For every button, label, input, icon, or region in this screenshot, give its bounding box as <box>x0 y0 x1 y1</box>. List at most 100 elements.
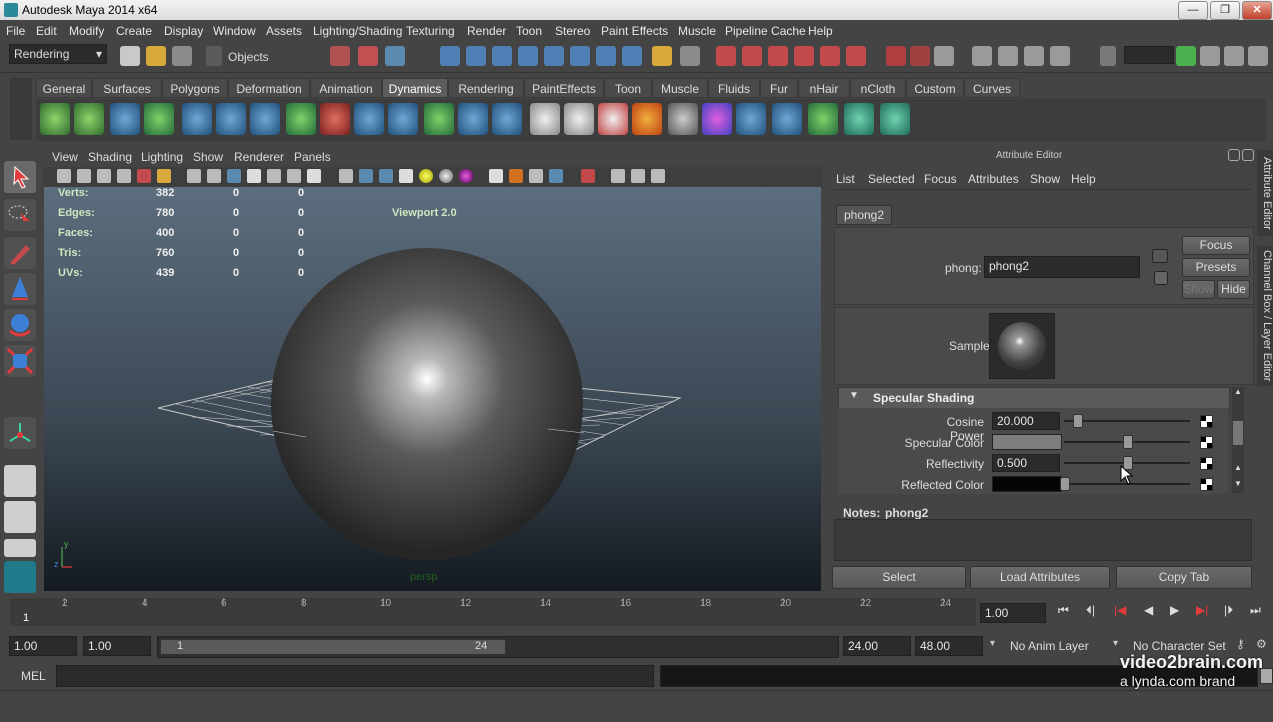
manipulator-tool-icon[interactable] <box>4 417 36 449</box>
attr-reflectivity-map-icon[interactable] <box>1200 457 1213 470</box>
surface-flow-icon[interactable] <box>844 103 874 135</box>
light-icon[interactable] <box>419 169 433 183</box>
vp-menu-renderer[interactable]: Renderer <box>234 150 284 164</box>
dynamics-mask-icon[interactable] <box>570 46 590 66</box>
vp-menu-lighting[interactable]: Lighting <box>141 150 183 164</box>
ambient-occlusion-icon[interactable] <box>439 169 453 183</box>
node-name-field[interactable]: phong2 <box>984 256 1140 278</box>
snap-grid-icon[interactable] <box>716 46 736 66</box>
play-backwards-icon[interactable]: ◀ <box>1144 603 1153 617</box>
menu-assets[interactable]: Assets <box>266 24 302 38</box>
tool-settings-toggle-icon[interactable] <box>1224 46 1244 66</box>
play-forwards-icon[interactable]: ▶ <box>1170 603 1179 617</box>
wireframe-icon[interactable] <box>187 169 201 183</box>
select-tool-icon[interactable] <box>4 161 36 193</box>
focus-button[interactable]: Focus <box>1182 236 1250 255</box>
side-tab-channel-box[interactable]: Channel Box / Layer Editor <box>1257 246 1273 386</box>
select-camera-icon[interactable] <box>581 169 595 183</box>
snap-live-surface-icon[interactable] <box>820 46 840 66</box>
time-slider[interactable]: 2 4 6 8 10 12 14 16 18 20 22 24 1 <box>10 598 976 626</box>
ipr-render-icon[interactable] <box>1024 46 1044 66</box>
image-plane-icon[interactable] <box>97 169 111 183</box>
ae-menu-help[interactable]: Help <box>1071 172 1096 186</box>
select-object-icon[interactable] <box>358 46 378 66</box>
curve-mask-icon[interactable] <box>492 46 512 66</box>
menu-toon[interactable]: Toon <box>516 24 542 38</box>
menu-stereo[interactable]: Stereo <box>555 24 590 38</box>
snap-curve-icon[interactable] <box>742 46 762 66</box>
vp-menu-view[interactable]: View <box>52 150 78 164</box>
attr-reflected-color-swatch[interactable] <box>992 476 1062 492</box>
attr-scrollbar[interactable]: ▲ ▲ ▼ <box>1232 387 1244 493</box>
attr-reflectivity-field[interactable]: 0.500 <box>992 454 1060 472</box>
text-overlay-icon[interactable] <box>307 169 321 183</box>
attr-cosine-power-slider[interactable] <box>1064 420 1190 422</box>
range-slider-track[interactable]: 1 24 <box>157 636 839 658</box>
shelf-tab-general[interactable]: General <box>36 78 92 98</box>
menu-lighting-shading[interactable]: Lighting/Shading <box>313 24 402 38</box>
menu-modify[interactable]: Modify <box>69 24 104 38</box>
go-to-end-icon[interactable]: ⏭ <box>1250 603 1261 618</box>
chevron-down-icon[interactable]: ▾ <box>1113 638 1118 649</box>
select-component-icon[interactable] <box>385 46 405 66</box>
turbulence-field-icon[interactable] <box>320 103 350 135</box>
joint-mask-icon[interactable] <box>466 46 486 66</box>
sidebar-toggle-icon[interactable] <box>1176 46 1196 66</box>
shelf-tab-deformation[interactable]: Deformation <box>228 78 310 98</box>
lasso-tool-icon[interactable] <box>4 199 36 231</box>
shelf-tab-muscle[interactable]: Muscle <box>652 78 708 98</box>
fields-connect-icon[interactable] <box>458 103 488 135</box>
depth-of-field-icon[interactable] <box>509 169 523 183</box>
ae-menu-focus[interactable]: Focus <box>924 172 957 186</box>
attr-cosine-power-knob[interactable] <box>1072 414 1083 428</box>
lightning-icon[interactable] <box>736 103 766 135</box>
menu-create[interactable]: Create <box>116 24 152 38</box>
menu-pipeline-cache[interactable]: Pipeline Cache <box>725 24 806 38</box>
preferences-icon[interactable]: ⚙ <box>1256 637 1267 651</box>
fire-icon[interactable] <box>632 103 662 135</box>
shelf-tab-nhair[interactable]: nHair <box>798 78 850 98</box>
volume-curve-icon[interactable] <box>424 103 454 135</box>
output-connections-icon[interactable] <box>1154 271 1168 285</box>
shelf-tab-fluids[interactable]: Fluids <box>708 78 760 98</box>
vortex-field-icon[interactable] <box>144 103 174 135</box>
bowling-pin-icon[interactable] <box>564 103 594 135</box>
ae-menu-list[interactable]: List <box>836 172 855 186</box>
playback-start-field[interactable]: 1.00 <box>83 636 151 656</box>
radial-field-icon[interactable] <box>286 103 316 135</box>
save-scene-icon[interactable] <box>172 46 192 66</box>
shelf-tab-animation[interactable]: Animation <box>310 78 382 98</box>
snap-point-icon[interactable] <box>768 46 788 66</box>
delete-surface-flow-icon[interactable] <box>880 103 910 135</box>
maya-logo-icon[interactable] <box>4 561 36 593</box>
section-header-specular-shading[interactable]: ▼ Specular Shading <box>838 387 1230 409</box>
go-to-start-icon[interactable]: ⏮ <box>1058 603 1069 618</box>
shelf-tab-painteffects[interactable]: PaintEffects <box>524 78 604 98</box>
render-current-frame-icon[interactable] <box>998 46 1018 66</box>
character-set-dropdown[interactable]: No Character Set <box>1133 639 1226 653</box>
isolate-select-icon[interactable] <box>339 169 353 183</box>
input-line-field[interactable] <box>1124 46 1174 64</box>
misc-mask-icon[interactable] <box>622 46 642 66</box>
menu-display[interactable]: Display <box>164 24 203 38</box>
four-pane-layout-icon[interactable] <box>4 501 36 533</box>
attr-cosine-power-field[interactable]: 20.000 <box>992 412 1060 430</box>
gravity-field-icon[interactable] <box>216 103 246 135</box>
material-swatch[interactable] <box>989 313 1055 379</box>
paint-select-tool-icon[interactable] <box>4 237 36 269</box>
shelf-tab-surfaces[interactable]: Surfaces <box>92 78 162 98</box>
shelf-tab-ncloth[interactable]: nCloth <box>850 78 906 98</box>
volume-axis-field-icon[interactable] <box>388 103 418 135</box>
attr-specular-color-knob[interactable] <box>1123 435 1133 449</box>
shelf-tab-custom[interactable]: Custom <box>906 78 964 98</box>
attr-cosine-power-map-icon[interactable] <box>1200 415 1213 428</box>
menu-muscle[interactable]: Muscle <box>678 24 716 38</box>
construction-history-icon[interactable] <box>934 46 954 66</box>
highlight-selection-icon[interactable] <box>680 46 700 66</box>
attribute-editor-toggle-icon[interactable] <box>1200 46 1220 66</box>
shelf-options-icon[interactable] <box>10 78 32 140</box>
close-button[interactable]: ✕ <box>1242 1 1272 20</box>
menu-render[interactable]: Render <box>467 24 506 38</box>
current-time-field[interactable]: 1.00 <box>980 603 1046 623</box>
rotate-tool-icon[interactable] <box>4 309 36 341</box>
